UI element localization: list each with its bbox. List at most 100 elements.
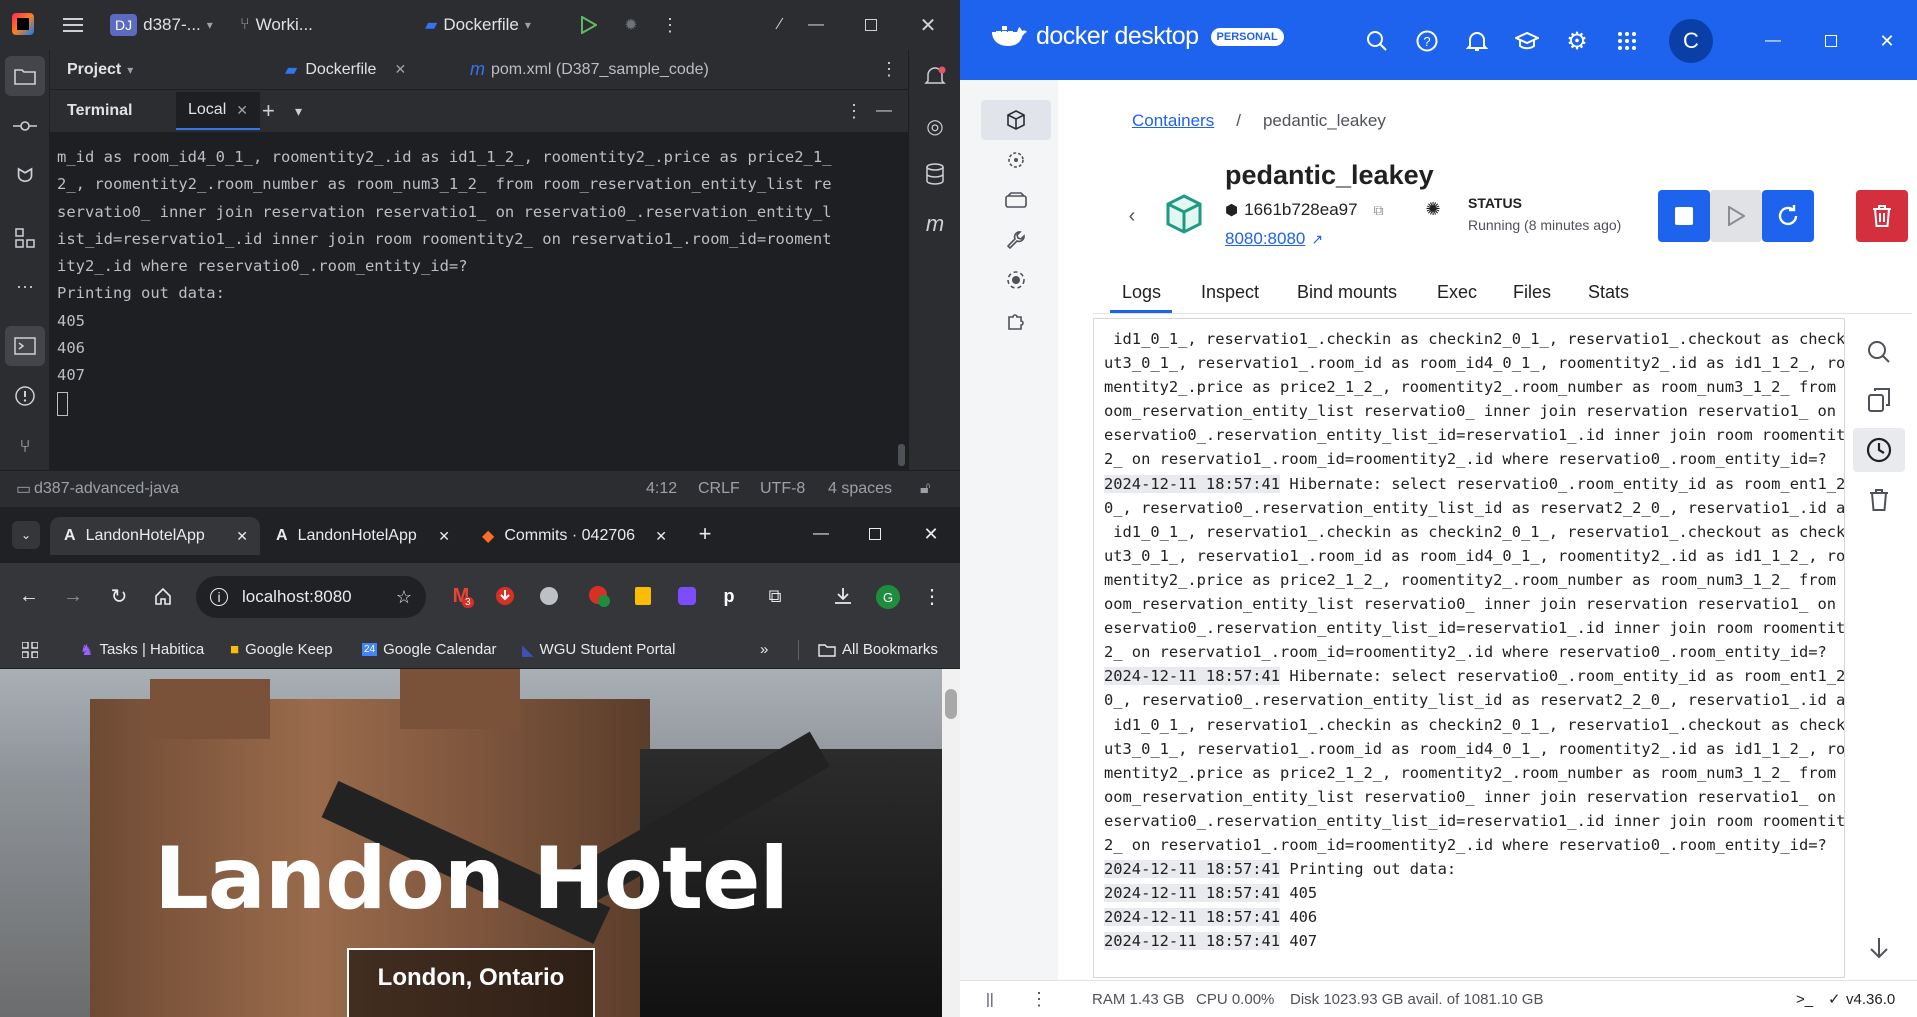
structure-icon[interactable] — [0, 218, 50, 258]
hide-panel-icon[interactable]: — — [876, 102, 892, 120]
address-bar[interactable]: i localhost:8080 ☆ — [196, 576, 426, 618]
downloads-icon[interactable] — [830, 583, 856, 609]
bookmark-calendar[interactable]: 24 Google Calendar — [362, 641, 497, 658]
wolfram-extension-icon[interactable] — [536, 583, 562, 609]
scroll-to-bottom-icon[interactable] — [1853, 930, 1905, 966]
copy-logs-icon[interactable] — [1853, 382, 1905, 418]
bookmark-star-icon[interactable]: ☆ — [396, 587, 412, 608]
close-icon[interactable]: ✕ — [915, 12, 941, 38]
bookmark-wgu[interactable]: ◣ WGU Student Portal — [522, 641, 675, 659]
extensions-nav-icon[interactable] — [981, 300, 1051, 340]
line-separator[interactable]: CRLF — [698, 480, 740, 498]
minimize-icon[interactable]: — — [803, 12, 829, 38]
debug-icon[interactable]: ✹ — [620, 14, 642, 36]
maximize-icon[interactable] — [858, 12, 884, 38]
bookmark-habitica[interactable]: ♞ Tasks | Habitica — [80, 641, 204, 659]
branch-selector[interactable]: ⑂ Worki... — [240, 12, 313, 38]
tab-exec[interactable]: Exec — [1437, 282, 1477, 303]
forward-icon[interactable]: → — [60, 583, 86, 609]
run-icon[interactable] — [578, 14, 600, 36]
builds-nav-icon[interactable] — [981, 220, 1051, 260]
minimize-icon[interactable]: — — [808, 521, 834, 547]
pull-requests-icon[interactable]: ᗢ — [0, 156, 50, 196]
page-scrollbar[interactable] — [942, 669, 960, 1017]
terminal-icon[interactable]: >_ — [1796, 991, 1813, 1008]
maven-icon[interactable]: m — [923, 211, 947, 236]
chevron-down-icon[interactable]: ▾ — [295, 103, 302, 120]
lock-icon[interactable]: 🔓︎ — [920, 480, 930, 498]
tab-pom[interactable]: m pom.xml (D387_sample_code) — [470, 59, 709, 80]
caret-position[interactable]: 4:12 — [646, 480, 677, 498]
docker-logo[interactable]: docker desktop PERSONAL — [990, 22, 1284, 51]
back-chevron-icon[interactable]: ‹ — [1122, 204, 1142, 228]
search-logs-icon[interactable] — [1853, 334, 1905, 370]
extensions-puzzle-icon[interactable]: ⧉ — [762, 583, 788, 609]
extensions-grid-icon[interactable] — [1614, 28, 1640, 54]
learning-center-icon[interactable] — [1514, 28, 1540, 54]
scrollbar-thumb[interactable] — [945, 689, 957, 719]
breadcrumb-containers-link[interactable]: Containers — [1132, 111, 1214, 131]
gmail-extension-icon[interactable]: M 3 — [448, 583, 474, 609]
all-bookmarks[interactable]: All Bookmarks — [818, 641, 938, 658]
notifications-icon[interactable] — [923, 64, 947, 88]
help-icon[interactable]: ? — [1414, 28, 1440, 54]
more-bookmarks-icon[interactable]: » — [760, 641, 768, 658]
clear-logs-icon[interactable] — [1853, 482, 1905, 518]
sidebar-toggle-icon[interactable]: || — [986, 991, 994, 1008]
site-info-icon[interactable]: i — [210, 588, 228, 606]
tab-bind-mounts[interactable]: Bind mounts — [1297, 282, 1397, 303]
scout-nav-icon[interactable] — [981, 260, 1051, 300]
grammar-extension-icon[interactable] — [586, 583, 612, 609]
keep-extension-icon[interactable] — [630, 583, 656, 609]
bookmark-keep[interactable]: ■ Google Keep — [230, 641, 333, 658]
timestamps-toggle-icon[interactable] — [1853, 428, 1905, 472]
download-extension-icon[interactable] — [492, 583, 518, 609]
project-tool-header[interactable]: Project ▾ — [67, 61, 133, 79]
tab-files[interactable]: Files — [1513, 282, 1551, 303]
apps-grid-icon[interactable] — [22, 641, 38, 658]
stop-button[interactable] — [1658, 190, 1710, 242]
external-link-icon[interactable]: ↗ — [1311, 231, 1323, 248]
new-tab-icon[interactable]: + — [692, 521, 718, 547]
database-icon[interactable] — [923, 162, 947, 186]
restart-button[interactable] — [1762, 190, 1814, 242]
chrome-tab-2[interactable]: A LandonHotelApp ✕ — [262, 517, 462, 555]
home-icon[interactable] — [150, 583, 176, 609]
maximize-icon[interactable] — [1818, 28, 1844, 54]
reload-icon[interactable]: ↻ — [106, 583, 132, 609]
tab-inspect[interactable]: Inspect — [1201, 282, 1259, 303]
notifications-icon[interactable] — [1464, 28, 1490, 54]
maximize-icon[interactable] — [862, 521, 888, 547]
terminal-scrollbar[interactable] — [898, 444, 905, 466]
git-icon[interactable]: ⑂ — [0, 426, 50, 466]
profile-avatar[interactable]: G — [876, 585, 900, 609]
port-value[interactable]: 8080:8080 — [1225, 229, 1305, 249]
settings-gear-icon[interactable]: ⚙ — [1564, 28, 1590, 55]
tab-stats[interactable]: Stats — [1588, 282, 1629, 303]
containers-nav-icon[interactable] — [981, 100, 1051, 140]
p-extension-icon[interactable]: p — [716, 583, 742, 609]
file-encoding[interactable]: UTF-8 — [760, 480, 805, 498]
more-vertical-icon[interactable]: ⋮ — [880, 59, 898, 80]
tab-logs[interactable]: Logs — [1122, 282, 1161, 303]
back-icon[interactable]: ← — [16, 583, 42, 609]
tab-dockerfile[interactable]: ▰ Dockerfile ✕ — [285, 60, 406, 80]
minimize-icon[interactable]: — — [1760, 28, 1786, 54]
volumes-nav-icon[interactable] — [981, 180, 1051, 220]
images-nav-icon[interactable] — [981, 140, 1051, 180]
chrome-menu-icon[interactable]: ⋮ — [922, 583, 942, 609]
delete-button[interactable] — [1856, 190, 1908, 242]
search-icon[interactable] — [1364, 28, 1390, 54]
close-tab-icon[interactable]: ✕ — [394, 61, 406, 78]
close-tab-icon[interactable]: ✕ — [236, 102, 248, 119]
terminal-output[interactable]: m_id as room_id4_0_1_, roomentity2_.id a… — [50, 132, 908, 470]
tab-search-icon[interactable]: ⌄ — [12, 521, 40, 549]
close-icon[interactable]: ✕ — [918, 521, 944, 547]
more-vertical-icon[interactable]: ⋮ — [660, 14, 680, 36]
chrome-tab-1[interactable]: A LandonHotelApp ✕ — [50, 517, 260, 555]
main-menu-icon[interactable] — [60, 14, 86, 36]
module-name[interactable]: d387-advanced-java — [34, 480, 179, 498]
log-output[interactable]: id1_0_1_, reservatio1_.checkin as checki… — [1093, 318, 1845, 978]
start-button[interactable] — [1710, 190, 1762, 242]
run-config-selector[interactable]: ▰ Dockerfile ▾ — [425, 12, 531, 38]
